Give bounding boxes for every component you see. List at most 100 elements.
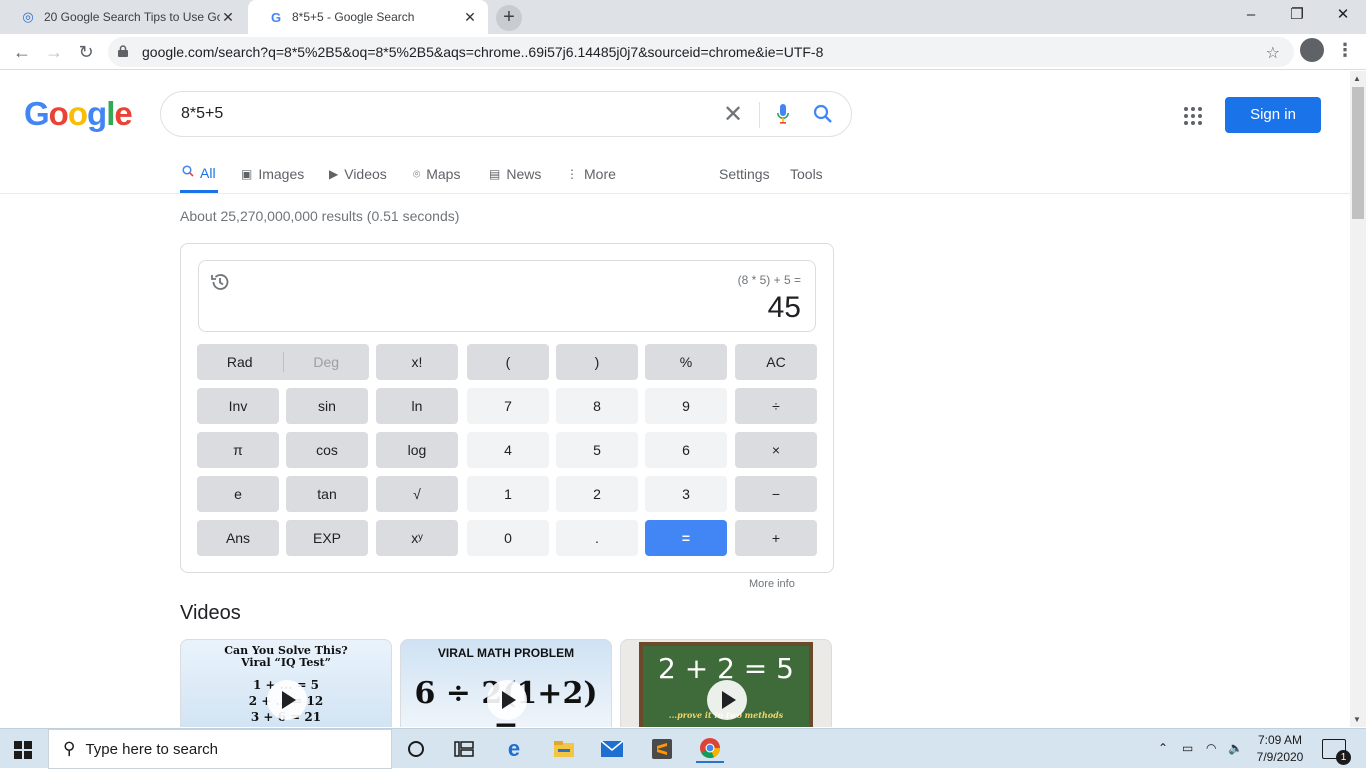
deg-key[interactable]: Deg <box>284 344 370 380</box>
play-icon[interactable] <box>267 680 307 720</box>
sin-key[interactable]: sin <box>286 388 368 424</box>
notification-count: 1 <box>1336 750 1351 765</box>
chrome-icon[interactable] <box>696 735 724 763</box>
video-thumbnail[interactable]: VIRAL MATH PROBLEM 6 ÷ 2(1+2) = <box>400 639 612 727</box>
windows-start-icon[interactable] <box>14 741 32 759</box>
minimize-button[interactable]: – <box>1228 0 1274 30</box>
clear-icon[interactable]: ✕ <box>723 100 743 129</box>
cortana-icon[interactable] <box>402 735 430 763</box>
open-paren-key[interactable]: ( <box>467 344 549 380</box>
show-hidden-icons-icon[interactable]: ⌃ <box>1158 741 1168 755</box>
scroll-down-arrow-icon[interactable]: ▼ <box>1353 715 1361 724</box>
0-key[interactable]: 0 <box>467 520 549 556</box>
search-box[interactable]: 8*5+5 ✕ <box>160 91 852 137</box>
inv-key[interactable]: Inv <box>197 388 279 424</box>
7-key[interactable]: 7 <box>467 388 549 424</box>
tab-videos[interactable]: ▶ Videos <box>329 155 387 193</box>
divide-key[interactable]: ÷ <box>735 388 817 424</box>
6-key[interactable]: 6 <box>645 432 727 468</box>
wifi-icon[interactable]: ◠ <box>1206 741 1216 755</box>
tab-all[interactable]: All <box>180 155 218 193</box>
4-key[interactable]: 4 <box>467 432 549 468</box>
reload-icon[interactable]: ↻ <box>72 38 100 66</box>
1-key[interactable]: 1 <box>467 476 549 512</box>
search-icon[interactable] <box>813 104 833 124</box>
page-scrollbar[interactable]: ▲ ▼ <box>1350 71 1366 727</box>
bookmark-star-icon[interactable]: ☆ <box>1266 43 1280 63</box>
browser-tab-inactive[interactable]: ◎ 20 Google Search Tips to Use Go ✕ <box>0 0 246 34</box>
add-key[interactable]: + <box>735 520 817 556</box>
profile-avatar-icon[interactable] <box>1300 38 1324 62</box>
power-key[interactable]: xʸ <box>376 520 458 556</box>
5-key[interactable]: 5 <box>556 432 638 468</box>
tools-link[interactable]: Tools <box>790 155 823 193</box>
all-clear-key[interactable]: AC <box>735 344 817 380</box>
tab-title: 20 Google Search Tips to Use Go <box>44 10 220 24</box>
back-arrow-icon[interactable]: ← <box>8 38 36 66</box>
8-key[interactable]: 8 <box>556 388 638 424</box>
subtract-key[interactable]: − <box>735 476 817 512</box>
history-icon[interactable] <box>209 271 231 293</box>
log-key[interactable]: log <box>376 432 458 468</box>
rad-key[interactable]: Rad <box>197 344 283 380</box>
scroll-up-arrow-icon[interactable]: ▲ <box>1353 74 1361 83</box>
video-thumbnail[interactable]: 2 + 2 = 5 ...prove it in two methods <box>620 639 832 727</box>
tab-more[interactable]: ⋮ More <box>566 155 616 193</box>
close-tab-icon[interactable]: ✕ <box>462 9 478 25</box>
sign-in-button[interactable]: Sign in <box>1225 97 1321 133</box>
rad-deg-toggle[interactable]: Rad Deg <box>197 344 369 380</box>
3-key[interactable]: 3 <box>645 476 727 512</box>
play-icon[interactable] <box>707 680 747 720</box>
close-tab-icon[interactable]: ✕ <box>220 9 236 25</box>
settings-link[interactable]: Settings <box>719 155 770 193</box>
search-results-page: Google 8*5+5 ✕ Sign in All ▣ Images ▶ Vi… <box>0 71 1350 727</box>
pi-key[interactable]: π <box>197 432 279 468</box>
notification-center-icon[interactable]: 1 <box>1322 739 1351 765</box>
factorial-key[interactable]: x! <box>376 344 458 380</box>
2-key[interactable]: 2 <box>556 476 638 512</box>
exp-key[interactable]: EXP <box>286 520 368 556</box>
multiply-key[interactable]: × <box>735 432 817 468</box>
browser-tab-active[interactable]: G 8*5+5 - Google Search ✕ <box>248 0 488 34</box>
close-window-button[interactable]: ✕ <box>1320 0 1366 30</box>
sublime-text-icon[interactable] <box>648 735 676 763</box>
taskbar-clock[interactable]: 7:09 AM 7/9/2020 <box>1252 732 1308 766</box>
tan-key[interactable]: tan <box>286 476 368 512</box>
e-key[interactable]: e <box>197 476 279 512</box>
ans-key[interactable]: Ans <box>197 520 279 556</box>
tab-news[interactable]: ▤ News <box>489 155 541 193</box>
percent-key[interactable]: % <box>645 344 727 380</box>
video-thumbnail[interactable]: Can You Solve This? Viral “IQ Test” 1 + … <box>180 639 392 727</box>
address-bar[interactable]: google.com/search?q=8*5%2B5&oq=8*5%2B5&a… <box>108 37 1294 67</box>
browser-menu-icon[interactable]: ⋮ <box>1336 40 1354 61</box>
apps-grid-icon[interactable] <box>1184 107 1202 125</box>
file-explorer-icon[interactable] <box>550 735 578 763</box>
volume-icon[interactable]: 🔈 <box>1228 741 1243 755</box>
decimal-key[interactable]: . <box>556 520 638 556</box>
tab-title: 8*5+5 - Google Search <box>292 10 415 24</box>
scrollbar-thumb[interactable] <box>1352 87 1364 219</box>
tab-images[interactable]: ▣ Images <box>241 155 304 193</box>
cos-key[interactable]: cos <box>286 432 368 468</box>
sqrt-key[interactable]: √ <box>376 476 458 512</box>
play-icon[interactable] <box>487 680 527 720</box>
search-input[interactable]: 8*5+5 <box>181 105 223 123</box>
new-tab-button[interactable]: + <box>496 5 522 31</box>
microphone-icon[interactable] <box>777 104 789 124</box>
battery-icon[interactable]: ▭ <box>1182 741 1193 755</box>
mail-icon[interactable] <box>598 735 626 763</box>
google-logo[interactable]: Google <box>24 95 133 133</box>
equals-key[interactable]: = <box>645 520 727 556</box>
forward-arrow-icon[interactable]: → <box>40 38 68 66</box>
close-paren-key[interactable]: ) <box>556 344 638 380</box>
browser-toolbar: ← → ↻ google.com/search?q=8*5%2B5&oq=8*5… <box>0 34 1366 70</box>
more-info-link[interactable]: More info <box>749 578 795 590</box>
edge-browser-icon[interactable]: e <box>500 735 528 763</box>
task-view-icon[interactable] <box>450 735 478 763</box>
clock-date: 7/9/2020 <box>1256 750 1304 764</box>
9-key[interactable]: 9 <box>645 388 727 424</box>
tab-maps[interactable]: ⌾ Maps <box>413 155 460 193</box>
ln-key[interactable]: ln <box>376 388 458 424</box>
taskbar-search-box[interactable]: ⚲ Type here to search <box>48 729 392 769</box>
maximize-button[interactable]: ❐ <box>1274 0 1320 30</box>
